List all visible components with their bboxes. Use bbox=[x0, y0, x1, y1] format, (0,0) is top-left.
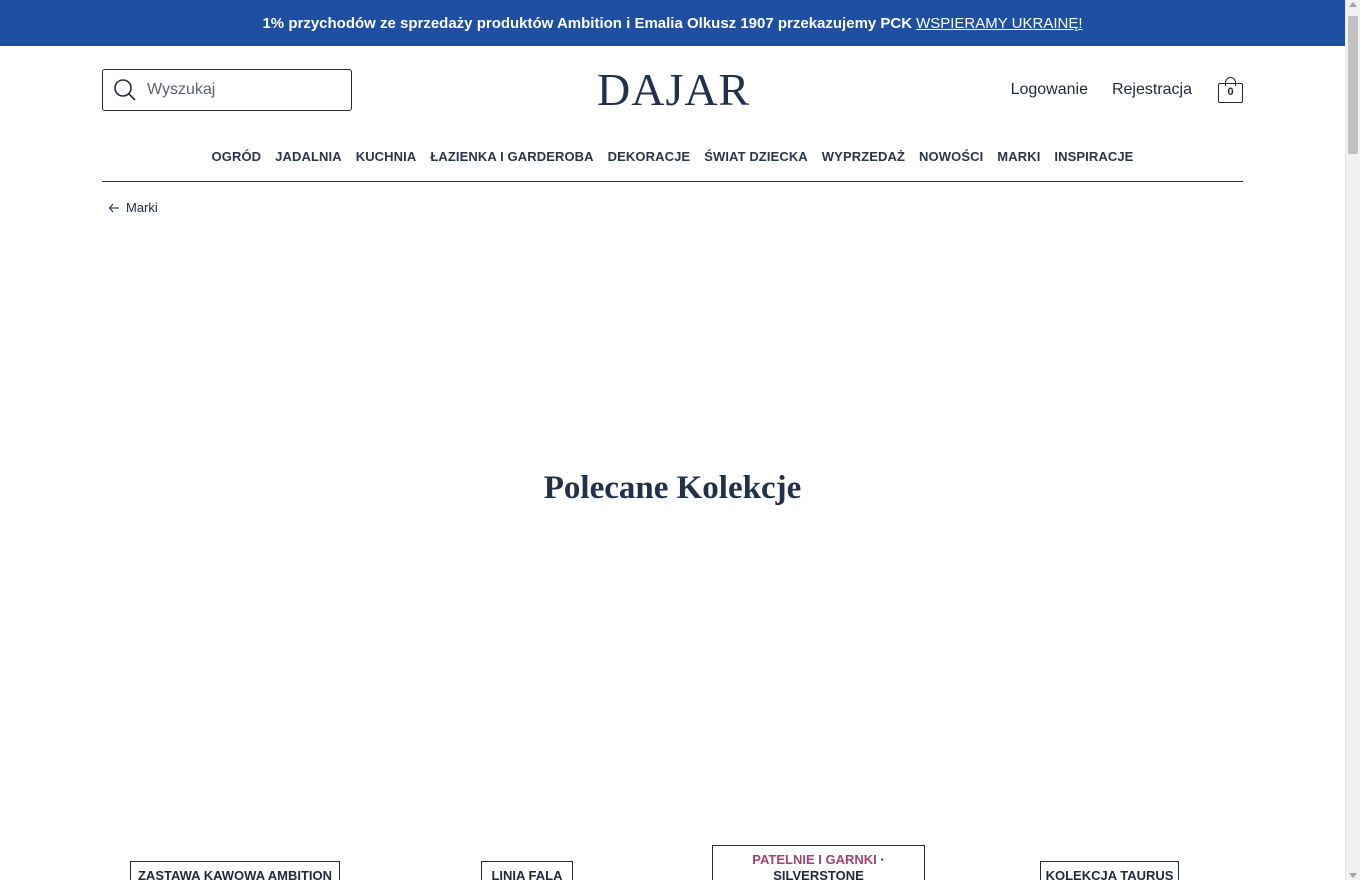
search-box[interactable] bbox=[102, 69, 352, 111]
promo-text: 1% przychodów ze sprzedaży produktów Amb… bbox=[262, 14, 913, 32]
search-icon bbox=[114, 79, 136, 101]
cart-count: 0 bbox=[1227, 86, 1234, 98]
collection-label: ZASTAWA KAWOWA AMBITION bbox=[137, 868, 333, 880]
nav-item-marki[interactable]: MARKI bbox=[997, 149, 1040, 164]
section-title: Polecane Kolekcje bbox=[543, 470, 802, 506]
header: DAJAR Logowanie Rejestracja 0 bbox=[102, 64, 1243, 115]
collection-tag[interactable]: PATELNIE I GARNKI · SILVERSTONE bbox=[712, 845, 925, 880]
collection-label: LINIA FALA bbox=[491, 868, 563, 880]
collection-tag[interactable]: KOLEKCJA TAURUS bbox=[1040, 861, 1179, 880]
main-nav: OGRÓD JADALNIA KUCHNIA ŁAZIENKA I GARDER… bbox=[102, 146, 1243, 182]
nav-item-dekoracje[interactable]: DEKORACJE bbox=[608, 149, 691, 164]
collection-separator: · bbox=[880, 852, 885, 867]
account-links: Logowanie Rejestracja 0 bbox=[1011, 77, 1243, 103]
search-input[interactable] bbox=[147, 81, 337, 99]
nav-item-inspiracje[interactable]: INSPIRACJE bbox=[1054, 149, 1133, 164]
login-link[interactable]: Logowanie bbox=[1011, 81, 1088, 99]
nav-item-jadalnia[interactable]: JADALNIA bbox=[275, 149, 342, 164]
scroll-thumb[interactable] bbox=[1348, 16, 1358, 154]
collection-label: KOLEKCJA TAURUS bbox=[1045, 868, 1174, 880]
support-ukraine-link[interactable]: WSPIERAMY UKRAINĘ! bbox=[916, 15, 1082, 32]
scroll-down-icon[interactable] bbox=[1349, 873, 1357, 878]
collection-label: SILVERSTONE bbox=[773, 868, 864, 880]
collection-tag[interactable]: ZASTAWA KAWOWA AMBITION bbox=[130, 861, 340, 880]
nav-item-swiat-dziecka[interactable]: ŚWIAT DZIECKA bbox=[704, 149, 808, 164]
nav-item-lazienka[interactable]: ŁAZIENKA I GARDEROBA bbox=[430, 149, 593, 164]
nav-item-kuchnia[interactable]: KUCHNIA bbox=[356, 149, 417, 164]
breadcrumb-back-link[interactable]: Marki bbox=[126, 200, 158, 215]
nav-item-ogrod[interactable]: OGRÓD bbox=[212, 149, 262, 164]
vertical-scrollbar[interactable] bbox=[1345, 0, 1360, 880]
logo[interactable]: DAJAR bbox=[597, 63, 749, 116]
collection-category: PATELNIE I GARNKI bbox=[752, 852, 877, 867]
nav-item-nowosci[interactable]: NOWOŚCI bbox=[919, 149, 983, 164]
cart-icon[interactable]: 0 bbox=[1218, 77, 1243, 103]
register-link[interactable]: Rejestracja bbox=[1112, 81, 1192, 99]
promo-banner: 1% przychodów ze sprzedaży produktów Amb… bbox=[0, 0, 1345, 46]
collection-tag[interactable]: LINIA FALA bbox=[481, 861, 573, 880]
breadcrumb: Marki bbox=[108, 200, 158, 215]
arrow-left-icon bbox=[108, 203, 119, 212]
nav-item-wyprzedaz[interactable]: WYPRZEDAŻ bbox=[822, 149, 905, 164]
scroll-up-icon[interactable] bbox=[1349, 2, 1357, 7]
